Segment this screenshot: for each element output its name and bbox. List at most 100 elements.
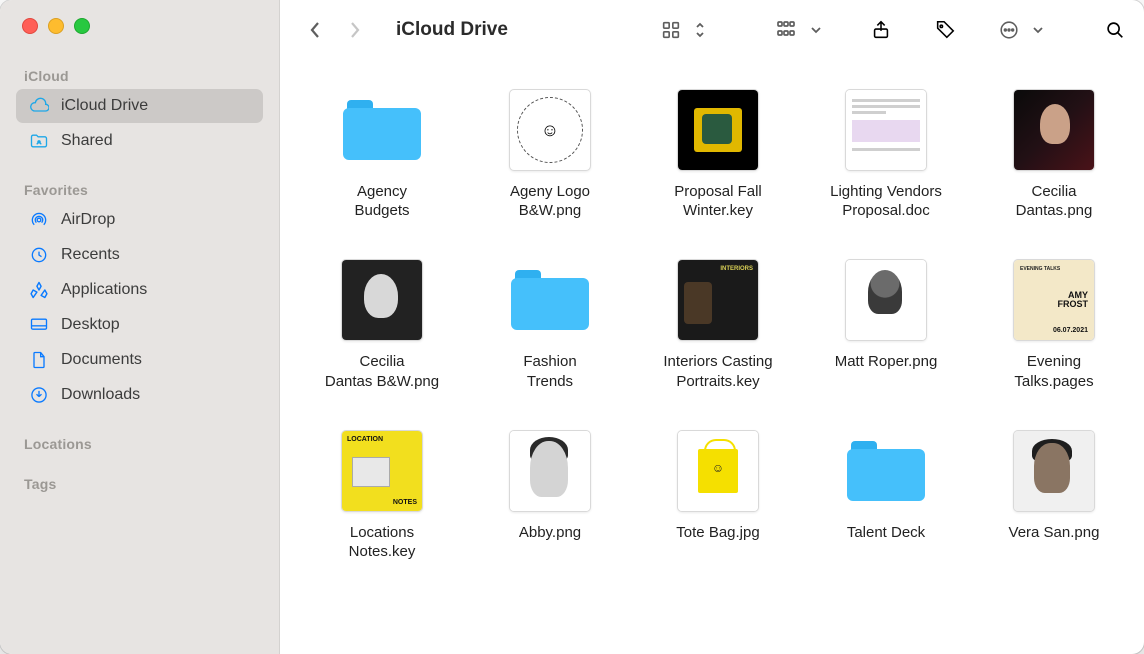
- file-item[interactable]: Talent Deck: [802, 429, 970, 561]
- file-item-label: Vera San.png: [1009, 523, 1100, 542]
- sidebar-item-airdrop[interactable]: AirDrop: [16, 203, 263, 237]
- zoom-window-button[interactable]: [74, 18, 90, 34]
- window-title: iCloud Drive: [396, 19, 508, 41]
- file-item[interactable]: Lighting Vendors Proposal.doc: [802, 88, 970, 220]
- close-window-button[interactable]: [22, 18, 38, 34]
- file-item[interactable]: Locations Notes.key: [298, 429, 466, 561]
- file-thumbnail: [845, 259, 927, 341]
- forward-button[interactable]: [338, 15, 372, 45]
- cloud-icon: [28, 95, 50, 117]
- file-item-label: Abby.png: [519, 523, 581, 542]
- file-item-label: Tote Bag.jpg: [676, 523, 759, 542]
- file-item-thumb: [844, 258, 928, 342]
- file-item-label: Fashion Trends: [523, 352, 576, 390]
- sidebar-section-favorites: Favorites: [10, 176, 269, 202]
- file-item[interactable]: Agency Budgets: [298, 88, 466, 220]
- file-item[interactable]: EVENING TALKSAMYFROST06.07.2021 Evening T…: [970, 258, 1138, 390]
- sidebar-item-desktop[interactable]: Desktop: [16, 308, 263, 342]
- airdrop-icon: [28, 209, 50, 231]
- file-item-thumb: ☺: [508, 88, 592, 172]
- file-item-thumb: [340, 429, 424, 513]
- sidebar-item-label: Desktop: [61, 316, 120, 334]
- file-item[interactable]: Cecilia Dantas.png: [970, 88, 1138, 220]
- folder-icon: [343, 100, 421, 160]
- file-thumbnail: [677, 89, 759, 171]
- sidebar-section-locations: Locations: [10, 430, 269, 456]
- documents-icon: [28, 349, 50, 371]
- file-item[interactable]: Vera San.png: [970, 429, 1138, 561]
- chevron-down-icon: [1032, 24, 1044, 36]
- sidebar-item-label: Applications: [61, 281, 147, 299]
- file-item[interactable]: Matt Roper.png: [802, 258, 970, 390]
- file-thumbnail: EVENING TALKSAMYFROST06.07.2021: [1013, 259, 1095, 341]
- file-item-thumb: [508, 258, 592, 342]
- file-item[interactable]: Cecilia Dantas B&W.png: [298, 258, 466, 390]
- file-item-label: Locations Notes.key: [349, 523, 416, 561]
- file-item[interactable]: Proposal Fall Winter.key: [634, 88, 802, 220]
- downloads-icon: [28, 384, 50, 406]
- finder-window: iCloud iCloud Drive Shared Favorites Air…: [0, 0, 1144, 654]
- file-item-label: Talent Deck: [847, 523, 925, 542]
- file-item-label: Cecilia Dantas.png: [1016, 182, 1093, 220]
- sidebar-item-label: Documents: [61, 351, 142, 369]
- toolbar: iCloud Drive: [280, 0, 1144, 60]
- file-item[interactable]: Tote Bag.jpg: [634, 429, 802, 561]
- file-item[interactable]: Abby.png: [466, 429, 634, 561]
- file-item-thumb: [340, 88, 424, 172]
- sidebar-item-recents[interactable]: Recents: [16, 238, 263, 272]
- file-item-thumb: [1012, 88, 1096, 172]
- file-item-label: Interiors Casting Portraits.key: [663, 352, 772, 390]
- sidebar-item-label: Recents: [61, 246, 120, 264]
- sidebar-item-applications[interactable]: Applications: [16, 273, 263, 307]
- chevron-down-icon: [810, 24, 822, 36]
- sidebar-item-documents[interactable]: Documents: [16, 343, 263, 377]
- sidebar: iCloud iCloud Drive Shared Favorites Air…: [0, 0, 280, 654]
- sidebar-item-downloads[interactable]: Downloads: [16, 378, 263, 412]
- more-actions-button[interactable]: [990, 15, 1044, 45]
- file-thumbnail: [1013, 430, 1095, 512]
- tags-button[interactable]: [926, 15, 964, 45]
- file-item[interactable]: Fashion Trends: [466, 258, 634, 390]
- shared-folder-icon: [28, 130, 50, 152]
- sidebar-item-shared[interactable]: Shared: [16, 124, 263, 158]
- file-item-thumb: [844, 429, 928, 513]
- file-item-label: Ageny Logo B&W.png: [510, 182, 590, 220]
- file-thumbnail: [341, 430, 423, 512]
- more-icon: [990, 15, 1028, 45]
- folder-icon: [847, 441, 925, 501]
- view-mode-stepper-icon: [694, 19, 706, 41]
- sidebar-item-icloud-drive[interactable]: iCloud Drive: [16, 89, 263, 123]
- file-item-thumb: [844, 88, 928, 172]
- file-item-label: Evening Talks.pages: [1014, 352, 1093, 390]
- sidebar-sections: iCloud iCloud Drive Shared Favorites Air…: [0, 34, 279, 496]
- file-item-thumb: [676, 258, 760, 342]
- group-by-control[interactable]: [768, 15, 822, 45]
- file-thumbnail: [845, 89, 927, 171]
- file-thumbnail: [1013, 89, 1095, 171]
- file-item-thumb: [676, 88, 760, 172]
- group-icon: [768, 15, 806, 45]
- applications-icon: [28, 279, 50, 301]
- file-grid-container: Agency Budgets ☺ Ageny Logo B&W.png Proposa…: [280, 60, 1144, 654]
- file-item-thumb: [340, 258, 424, 342]
- file-item[interactable]: Interiors Casting Portraits.key: [634, 258, 802, 390]
- sidebar-item-label: AirDrop: [61, 211, 115, 229]
- sidebar-item-label: iCloud Drive: [61, 97, 148, 115]
- file-thumbnail: ☺: [509, 89, 591, 171]
- file-item[interactable]: ☺ Ageny Logo B&W.png: [466, 88, 634, 220]
- desktop-icon: [28, 314, 50, 336]
- file-item-thumb: [1012, 429, 1096, 513]
- file-item-label: Matt Roper.png: [835, 352, 938, 371]
- view-mode-control[interactable]: [652, 15, 706, 45]
- recents-icon: [28, 244, 50, 266]
- share-button[interactable]: [862, 15, 900, 45]
- file-item-label: Lighting Vendors Proposal.doc: [830, 182, 942, 220]
- file-item-thumb: [676, 429, 760, 513]
- search-button[interactable]: [1096, 15, 1134, 45]
- file-item-label: Agency Budgets: [354, 182, 409, 220]
- file-thumbnail: [341, 259, 423, 341]
- sidebar-section-icloud: iCloud: [10, 62, 269, 88]
- back-button[interactable]: [298, 15, 332, 45]
- minimize-window-button[interactable]: [48, 18, 64, 34]
- grid-view-icon: [652, 15, 690, 45]
